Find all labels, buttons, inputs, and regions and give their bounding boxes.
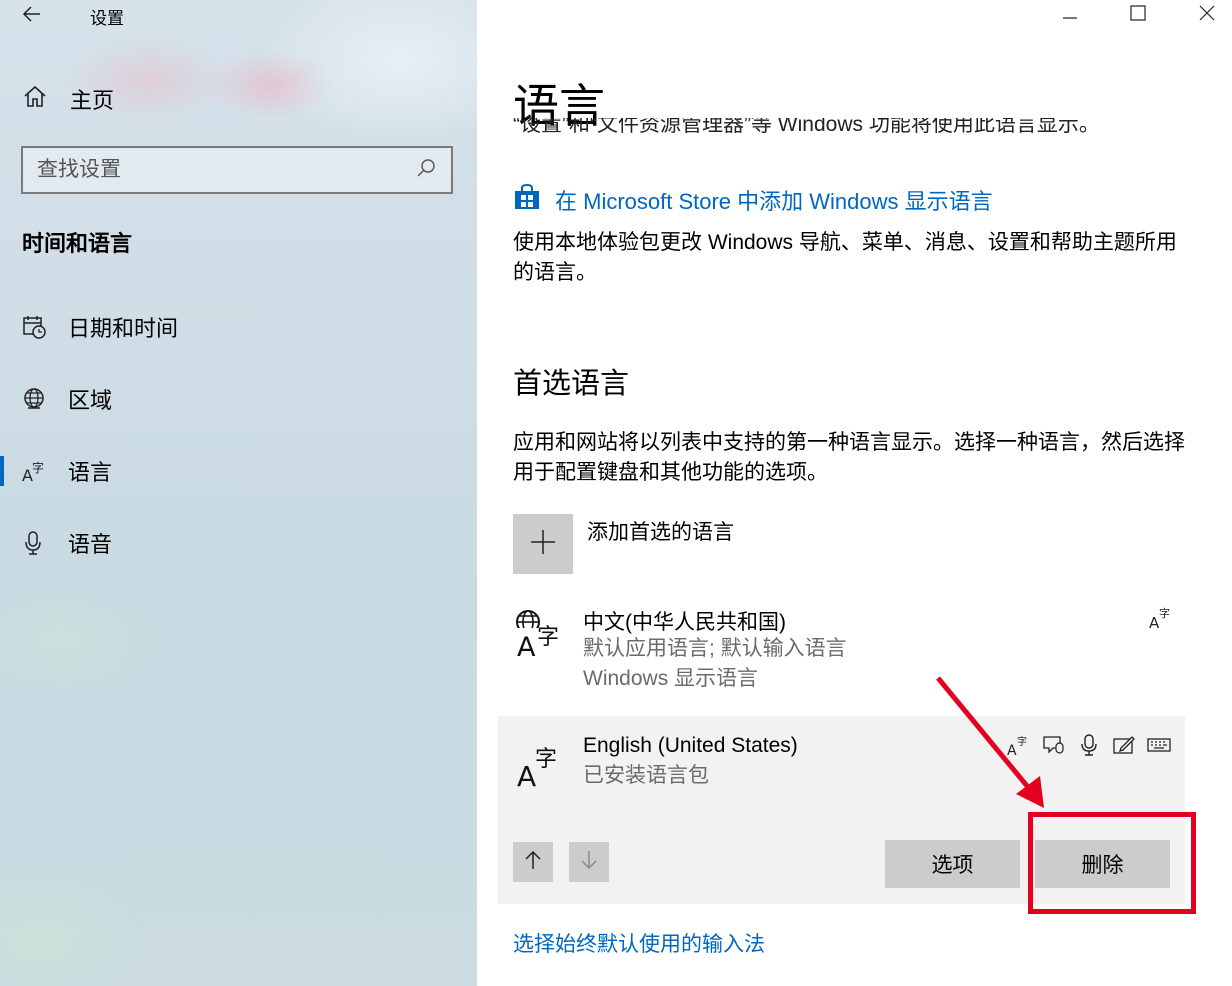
svg-text:字: 字 — [537, 625, 559, 650]
svg-text:字: 字 — [535, 747, 557, 772]
language-item-english[interactable]: A字 English (United States) 已安装语言包 A字 选项 … — [498, 716, 1185, 904]
move-up-button[interactable] — [513, 842, 553, 882]
maximize-icon — [1129, 4, 1147, 27]
language-name: 中文(中华人民共和国) — [583, 611, 786, 634]
close-button[interactable] — [1187, 0, 1227, 30]
handwriting-icon — [1111, 732, 1136, 757]
home-label: 主页 — [70, 88, 115, 113]
globe-icon — [22, 386, 48, 412]
language-item-chinese[interactable]: A字 中文(中华人民共和国) 默认应用语言; 默认输入语言 Windows 显示… — [513, 604, 1185, 696]
back-arrow-icon[interactable] — [20, 2, 44, 26]
sidebar-item-date-time[interactable]: 日期和时间 — [0, 307, 477, 347]
sidebar-item-speech[interactable]: 语音 — [0, 523, 477, 563]
svg-text:字: 字 — [1159, 606, 1170, 620]
svg-text:A: A — [517, 632, 536, 658]
sidebar-item-label: 语音 — [68, 532, 113, 557]
language-globe-icon: A字 — [513, 604, 567, 663]
sidebar-item-language[interactable]: A字 语言 — [0, 451, 477, 491]
sidebar-item-label: 区域 — [68, 388, 113, 413]
store-link[interactable]: 在 Microsoft Store 中添加 Windows 显示语言 — [513, 183, 993, 216]
microphone-icon — [22, 530, 48, 556]
language-icon: A字 — [22, 458, 48, 485]
add-icon-box[interactable] — [513, 514, 573, 574]
home-icon — [22, 84, 48, 115]
text-to-speech-icon — [1041, 732, 1066, 757]
language-icon: A字 — [513, 738, 567, 793]
arrow-down-icon — [578, 849, 600, 876]
minimize-icon — [1061, 4, 1079, 27]
svg-text:字: 字 — [1017, 735, 1027, 748]
remove-button[interactable]: 删除 — [1035, 840, 1170, 888]
add-language-label: 添加首选的语言 — [587, 521, 734, 544]
store-link-label[interactable]: 在 Microsoft Store 中添加 Windows 显示语言 — [555, 184, 993, 216]
arrow-up-icon — [522, 849, 544, 876]
language-name: English (United States) — [583, 734, 798, 757]
options-button[interactable]: 选项 — [885, 840, 1020, 888]
language-sub2: Windows 显示语言 — [583, 667, 759, 690]
scrolled-text: “设置”和“文件资源管理器”等 Windows 功能将使用此语言显示。 — [513, 118, 1213, 140]
maximize-button[interactable] — [1118, 0, 1158, 30]
sidebar-item-region[interactable]: 区域 — [0, 379, 477, 419]
input-method-link[interactable]: 选择始终默认使用的输入法 — [513, 928, 765, 958]
plus-icon — [529, 528, 557, 561]
calendar-clock-icon — [22, 314, 48, 340]
main-content: 语言 “设置”和“文件资源管理器”等 Windows 功能将使用此语言显示。 在… — [477, 0, 1232, 986]
language-sub1: 已安装语言包 — [583, 764, 709, 787]
preferred-languages-heading: 首选语言 — [513, 368, 630, 400]
selected-indicator — [0, 456, 4, 486]
move-down-button[interactable] — [569, 842, 609, 882]
speech-recognition-icon — [1076, 732, 1101, 757]
search-icon[interactable] — [415, 157, 437, 184]
app-title: 设置 — [90, 9, 124, 28]
svg-text:字: 字 — [32, 460, 44, 475]
close-icon — [1198, 4, 1216, 27]
language-sub1: 默认应用语言; 默认输入语言 — [583, 637, 847, 660]
minimize-button[interactable] — [1050, 0, 1090, 30]
display-language-icon: A字 — [1006, 732, 1031, 757]
add-language-button[interactable]: 添加首选的语言 — [513, 514, 734, 574]
svg-text:A: A — [1007, 743, 1017, 757]
section-title: 时间和语言 — [22, 231, 133, 256]
sidebar-item-label: 日期和时间 — [68, 316, 179, 341]
search-box[interactable] — [21, 146, 453, 194]
home-nav-item[interactable]: 主页 — [22, 84, 114, 114]
language-feature-icons: A字 — [1006, 732, 1171, 757]
search-input[interactable] — [37, 158, 415, 182]
sidebar: 设置 主页 时间和语言 日期和时间 区域 A字 语言 — [0, 0, 477, 986]
preferred-languages-description: 应用和网站将以列表中支持的第一种语言显示。选择一种语言，然后选择用于配置键盘和其… — [513, 431, 1185, 484]
svg-text:A: A — [517, 760, 536, 792]
display-language-icon: A字 — [1149, 604, 1173, 635]
scrolled-text-content: “设置”和“文件资源管理器”等 Windows 功能将使用此语言显示。 — [513, 118, 1100, 136]
sidebar-item-label: 语言 — [68, 460, 113, 485]
keyboard-icon — [1146, 732, 1171, 757]
store-description: 使用本地体验包更改 Windows 导航、菜单、消息、设置和帮助主题所用的语言。 — [513, 231, 1177, 284]
store-icon — [513, 183, 541, 216]
